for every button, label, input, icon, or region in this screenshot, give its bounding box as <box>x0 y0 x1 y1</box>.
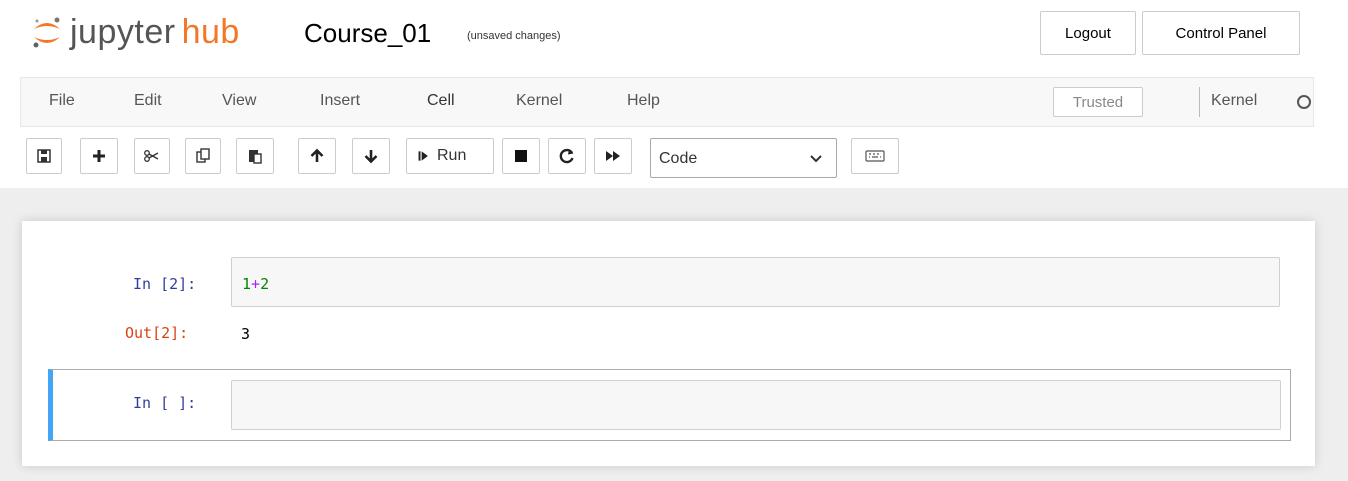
run-button[interactable]: Run <box>406 138 494 174</box>
jupyterhub-logo[interactable]: jupyter hub <box>30 12 240 52</box>
menubar: File Edit View Insert Cell Kernel Help T… <box>20 77 1314 127</box>
cell-type-select[interactable]: Code <box>650 138 837 178</box>
restart-icon <box>559 148 574 164</box>
move-up-button[interactable] <box>298 138 336 174</box>
interrupt-kernel-button[interactable] <box>502 138 540 174</box>
scissors-icon <box>144 150 159 162</box>
paste-button[interactable] <box>236 138 274 174</box>
output-text: 3 <box>241 325 251 343</box>
logo-text-hub: hub <box>181 13 240 51</box>
notebook-name[interactable]: Course_01 <box>304 18 431 49</box>
checkpoint-status: (unsaved changes) <box>467 30 561 42</box>
input-prompt: In [2]: <box>133 275 197 293</box>
notebook-container: In [2]: 1+2 Out[2]: 3 In [ ]: <box>22 221 1315 466</box>
arrow-down-icon <box>364 150 378 164</box>
code-number: 1 <box>242 275 252 293</box>
copy-button[interactable] <box>185 138 221 174</box>
cut-button[interactable] <box>134 138 170 174</box>
jupyter-logo-icon <box>33 17 60 48</box>
copy-icon <box>196 148 210 163</box>
kernel-idle-indicator-icon <box>1297 95 1311 109</box>
command-palette-button[interactable] <box>851 138 899 174</box>
code-number: 2 <box>260 275 270 293</box>
menu-view[interactable]: View <box>222 92 256 110</box>
header: jupyter hub Course_01 (unsaved changes) L… <box>0 0 1348 188</box>
kernel-divider <box>1199 87 1200 117</box>
stop-icon <box>515 150 527 162</box>
output-prompt: Out[2]: <box>125 324 189 342</box>
menu-kernel[interactable]: Kernel <box>516 92 562 110</box>
menu-file[interactable]: File <box>49 92 75 110</box>
save-icon <box>37 149 51 163</box>
restart-kernel-button[interactable] <box>548 138 586 174</box>
chevron-down-icon <box>810 155 822 163</box>
insert-cell-button[interactable] <box>80 138 118 174</box>
run-label: Run <box>437 147 467 164</box>
move-down-button[interactable] <box>352 138 390 174</box>
restart-run-all-button[interactable] <box>594 138 632 174</box>
code-text: 1+2 <box>242 275 269 293</box>
arrow-up-icon <box>310 148 324 162</box>
code-editor[interactable] <box>231 380 1281 430</box>
plus-icon <box>93 150 105 162</box>
menu-edit[interactable]: Edit <box>134 92 162 110</box>
save-button[interactable] <box>26 138 62 174</box>
control-panel-button[interactable]: Control Panel <box>1142 11 1300 55</box>
code-operator: + <box>251 275 261 293</box>
keyboard-icon <box>865 150 885 162</box>
logo-text-jupyter: jupyter <box>70 13 176 51</box>
run-icon <box>418 151 428 161</box>
menu-help[interactable]: Help <box>627 92 660 110</box>
menu-cell[interactable]: Cell <box>427 92 455 110</box>
code-editor[interactable]: 1+2 <box>231 257 1280 307</box>
menu-insert[interactable]: Insert <box>320 92 360 110</box>
trusted-indicator[interactable]: Trusted <box>1053 87 1143 117</box>
cell-type-value: Code <box>659 150 698 167</box>
kernel-name[interactable]: Kernel <box>1211 92 1257 110</box>
input-prompt: In [ ]: <box>133 394 197 412</box>
code-cell-selected[interactable]: In [ ]: <box>48 369 1291 441</box>
paste-icon <box>249 150 262 164</box>
logout-button[interactable]: Logout <box>1040 11 1136 55</box>
fast-forward-icon <box>606 151 620 161</box>
